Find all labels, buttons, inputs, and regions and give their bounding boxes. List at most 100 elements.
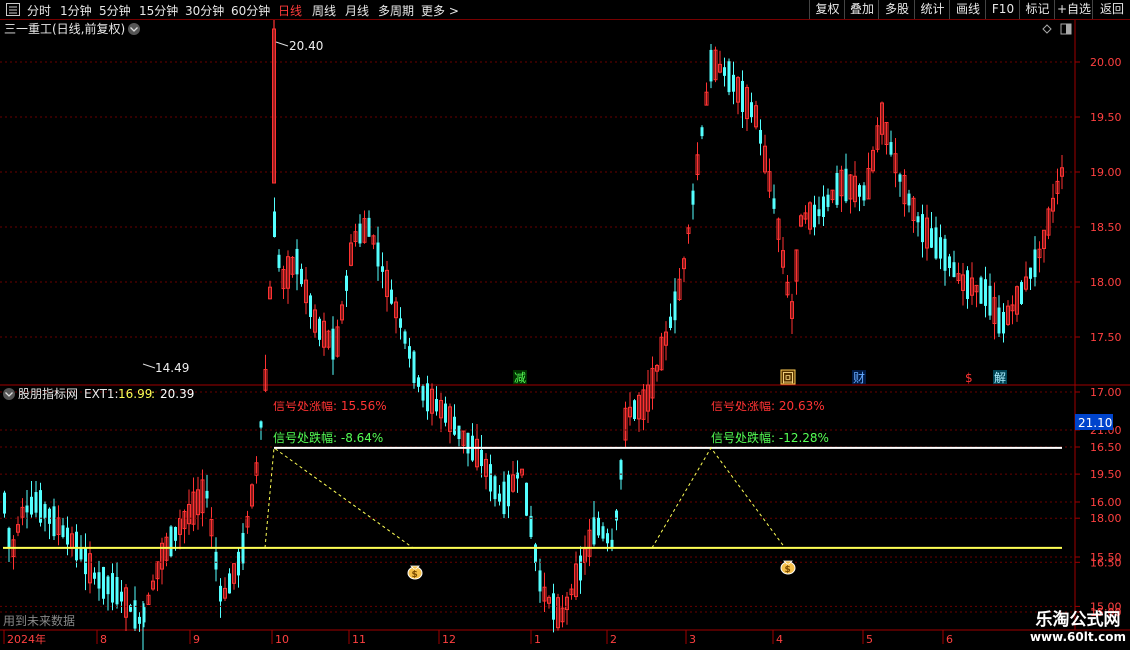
- toolbar-button[interactable]: 多股: [878, 0, 915, 19]
- candle-body: [858, 185, 861, 197]
- candle: [579, 546, 582, 594]
- candle: [309, 293, 312, 329]
- period-tab[interactable]: 日线: [278, 2, 302, 19]
- event-marker-dividend[interactable]: $: [965, 371, 973, 385]
- menu-icon[interactable]: [6, 3, 20, 19]
- svg-text:信号处涨幅: 20.63%: 信号处涨幅: 20.63%: [711, 398, 825, 413]
- candle-body: [228, 573, 231, 594]
- kline-chart[interactable]: 20.00 19.50 19.00 18.50 18.00 17.50 17.00 16.50…: [0, 20, 1130, 650]
- candle: [124, 584, 128, 631]
- window-toggle-icon[interactable]: [1060, 23, 1072, 35]
- candle: [245, 510, 250, 534]
- period-tab[interactable]: 周线: [312, 2, 336, 19]
- candle: [345, 269, 348, 308]
- candle-body: [525, 482, 528, 516]
- candle-body: [106, 576, 110, 595]
- period-tab[interactable]: 5分钟: [99, 2, 131, 19]
- time-tick-label: 6: [946, 633, 953, 646]
- event-marker-finance[interactable]: 财: [852, 370, 866, 385]
- candle-body: [435, 398, 438, 412]
- candle: [412, 350, 416, 389]
- candle: [750, 92, 753, 123]
- candle: [884, 121, 889, 155]
- toolbar-button[interactable]: 画线: [949, 0, 986, 19]
- chart-title: 三一重工(日线,前复权): [4, 21, 125, 36]
- period-tab[interactable]: 60分钟: [231, 2, 270, 19]
- candle-body: [529, 515, 533, 538]
- candle: [223, 577, 227, 601]
- toolbar-button[interactable]: 叠加: [844, 0, 879, 19]
- candle: [808, 201, 812, 235]
- candle-body: [381, 266, 384, 272]
- candle: [569, 583, 574, 600]
- candle: [709, 44, 713, 89]
- period-tab[interactable]: 多周期: [378, 2, 414, 19]
- candle: [826, 188, 830, 212]
- candle: [182, 509, 187, 544]
- period-tab[interactable]: 30分钟: [185, 2, 224, 19]
- indicator-dropdown-icon[interactable]: [3, 388, 15, 400]
- price-tick-label: 19.50: [1090, 111, 1122, 124]
- candle: [934, 216, 938, 260]
- money-bag-icon[interactable]: $: [407, 565, 423, 580]
- toolbar-button[interactable]: 返回: [1092, 0, 1130, 19]
- period-tab[interactable]: 更多 >: [421, 2, 459, 19]
- svg-text:回: 回: [782, 371, 794, 385]
- event-marker-buyback[interactable]: 回: [780, 369, 796, 385]
- toolbar-button[interactable]: +自选: [1054, 0, 1093, 19]
- candle-body: [3, 492, 6, 514]
- candle-body: [358, 223, 362, 244]
- event-marker-unlock[interactable]: 解: [993, 370, 1007, 385]
- candle-body: [309, 295, 312, 317]
- candle: [552, 583, 555, 633]
- period-tab[interactable]: 分时: [27, 2, 51, 19]
- candle: [817, 196, 821, 225]
- candle: [673, 278, 677, 334]
- time-tick-label: 4: [776, 633, 783, 646]
- toolbar-button[interactable]: F10: [985, 0, 1020, 19]
- candle: [484, 453, 488, 490]
- period-tab[interactable]: 月线: [345, 2, 369, 19]
- candle: [237, 547, 240, 588]
- candle-body: [403, 331, 407, 344]
- price-tick-label: 16.50: [1090, 441, 1122, 454]
- candle: [893, 137, 898, 188]
- toolbar-button[interactable]: 复权: [809, 0, 845, 19]
- signal-text-2: 信号处跌幅: -12.28%: [711, 430, 829, 445]
- diamond-icon[interactable]: [1042, 24, 1052, 34]
- money-bag-icon[interactable]: $: [780, 560, 796, 575]
- candle-body: [889, 142, 893, 155]
- candle-body: [606, 533, 609, 544]
- candle: [948, 253, 951, 277]
- candle: [956, 262, 961, 284]
- candle: [875, 117, 880, 153]
- indicator-name[interactable]: 股朋指标网: [18, 386, 78, 401]
- candle: [88, 541, 92, 594]
- candle: [1029, 267, 1032, 290]
- candle: [974, 284, 979, 308]
- candle: [97, 560, 101, 601]
- candle-body: [592, 517, 596, 545]
- candle: [677, 268, 682, 302]
- period-tab[interactable]: 1分钟: [60, 2, 92, 19]
- candle-body: [75, 531, 78, 561]
- candle: [772, 184, 776, 214]
- period-tab[interactable]: 15分钟: [139, 2, 178, 19]
- candle: [133, 586, 137, 631]
- candle-body: [376, 242, 380, 267]
- toolbar-button[interactable]: 标记: [1019, 0, 1055, 19]
- candle: [421, 384, 425, 408]
- toolbar-button[interactable]: 统计: [914, 0, 950, 19]
- candlestick-series: [3, 20, 1064, 650]
- candle: [794, 249, 799, 295]
- candle: [93, 567, 96, 585]
- chart-title-dropdown-icon[interactable]: [128, 23, 140, 35]
- candle: [587, 518, 592, 567]
- event-marker-reduce[interactable]: 减: [513, 370, 527, 385]
- candle: [921, 204, 924, 258]
- candle: [655, 363, 659, 382]
- candle: [106, 575, 110, 611]
- indicator-tick-label: 18.00: [1090, 512, 1122, 525]
- candle-body: [412, 351, 416, 383]
- watermark: 乐淘公式网 www.60lt.com: [1029, 610, 1126, 644]
